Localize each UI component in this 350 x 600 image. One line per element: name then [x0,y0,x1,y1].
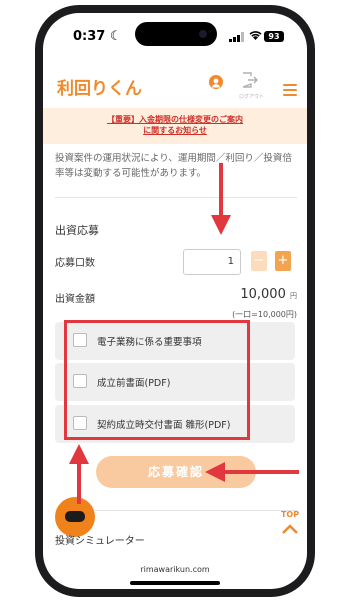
amount-label: 出資金額 [55,294,95,305]
hamburger-menu-icon[interactable] [283,84,297,99]
top-label: TOP [280,510,300,519]
notice-link-line1[interactable]: 【重要】入金期限の仕様変更のご案内 [43,114,307,125]
notice-link-line2[interactable]: に関するお知らせ [43,125,307,136]
logout-label: ログアウト [239,94,265,100]
annotation-arrow-up-icon [69,444,89,504]
annotation-highlight-box [64,320,250,440]
annotation-arrow-left-icon [205,462,299,482]
annotation-arrow-down-icon [211,163,231,235]
chat-icon [65,511,85,522]
user-glyph [212,78,220,88]
unit-price-note: (一口=10,000円) [232,310,297,319]
quantity-label: 応募口数 [55,258,95,269]
quantity-minus-button[interactable]: − [251,251,267,271]
section-title: 出資応募 [55,224,99,237]
wifi-icon [249,31,262,40]
camera-dot [199,30,207,38]
quantity-plus-button[interactable]: + [275,251,291,271]
dynamic-island [135,22,217,46]
divider [55,197,297,198]
back-to-top-button[interactable]: TOP [279,510,301,538]
status-bar: 0:37 ☾ 93 [43,13,307,59]
signal-icon [229,32,244,42]
user-icon[interactable] [209,75,223,89]
app-logo[interactable]: 利回りくん [57,74,142,99]
quantity-input[interactable]: 1 [183,249,241,275]
home-indicator [130,581,220,585]
amount-value: 10,000 円 [240,287,297,302]
simulator-section-title: 投資シミュレーター [55,536,145,547]
logout-icon [242,72,258,88]
disclaimer-text: 投資案件の運用状況により、運用期間／利回り／投資倍率等は変動する可能性があります… [55,153,292,179]
url-bar[interactable]: rimawarikun.com [43,565,307,574]
moon-icon: ☾ [109,29,122,44]
app-header: 利回りくん ログアウト [43,63,307,107]
notice-banner[interactable]: 【重要】入金期限の仕様変更のご案内 に関するお知らせ [43,108,307,144]
battery-indicator: 93 [264,31,284,42]
chevron-up-icon [282,524,298,534]
logout-button[interactable]: ログアウト [239,72,265,100]
status-time: 0:37 ☾ [73,29,122,44]
